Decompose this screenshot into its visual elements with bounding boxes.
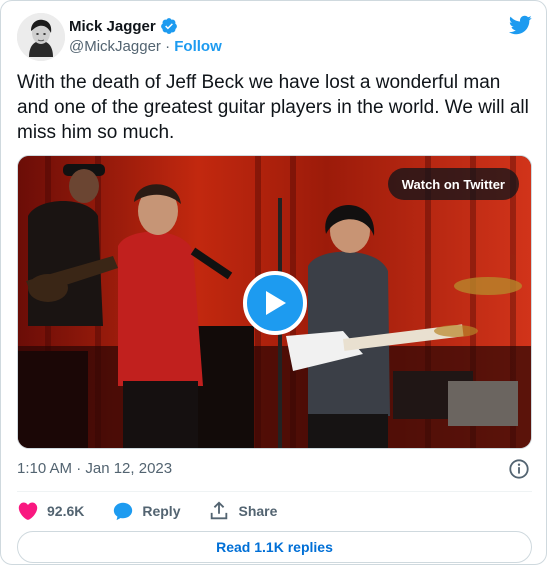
action-bar: 92.6K Reply Share (17, 497, 305, 525)
handle-row: @MickJagger · Follow (69, 38, 222, 55)
read-replies-button[interactable]: Read 1.1K replies (17, 531, 532, 563)
tweet-text: With the death of Jeff Beck we have lost… (17, 72, 529, 143)
separator-dot: · (165, 38, 171, 55)
divider (17, 491, 532, 492)
reply-bubble-icon (114, 502, 133, 521)
play-button[interactable] (243, 271, 307, 335)
verified-badge-icon (160, 18, 177, 34)
video-player[interactable]: Watch on Twitter (17, 155, 532, 449)
share-label: Share (238, 503, 278, 519)
share-icon (211, 501, 228, 520)
avatar-image (17, 13, 65, 61)
tweet-header: Mick Jagger @MickJagger · Follow (17, 13, 532, 61)
reply-label: Reply (142, 503, 181, 519)
author-handle[interactable]: @MickJagger (69, 38, 161, 55)
avatar[interactable] (17, 13, 65, 61)
watch-on-twitter-label[interactable]: Watch on Twitter (387, 168, 519, 200)
author-name[interactable]: Mick Jagger (69, 18, 156, 35)
follow-button[interactable]: Follow (174, 38, 222, 55)
like-button[interactable]: 92.6K (17, 500, 84, 522)
like-count: 92.6K (47, 503, 85, 519)
reply-button[interactable]: Reply (112, 500, 180, 522)
tweet-timestamp[interactable]: 1:10 AM · Jan 12, 2023 (17, 460, 172, 477)
share-button[interactable]: Share (208, 500, 277, 522)
heart-icon (18, 502, 38, 520)
tweet-card: Mick Jagger @MickJagger · Follow With th… (0, 0, 547, 565)
info-icon[interactable] (508, 458, 530, 480)
play-icon (266, 291, 286, 315)
twitter-bird-icon[interactable] (508, 13, 532, 37)
